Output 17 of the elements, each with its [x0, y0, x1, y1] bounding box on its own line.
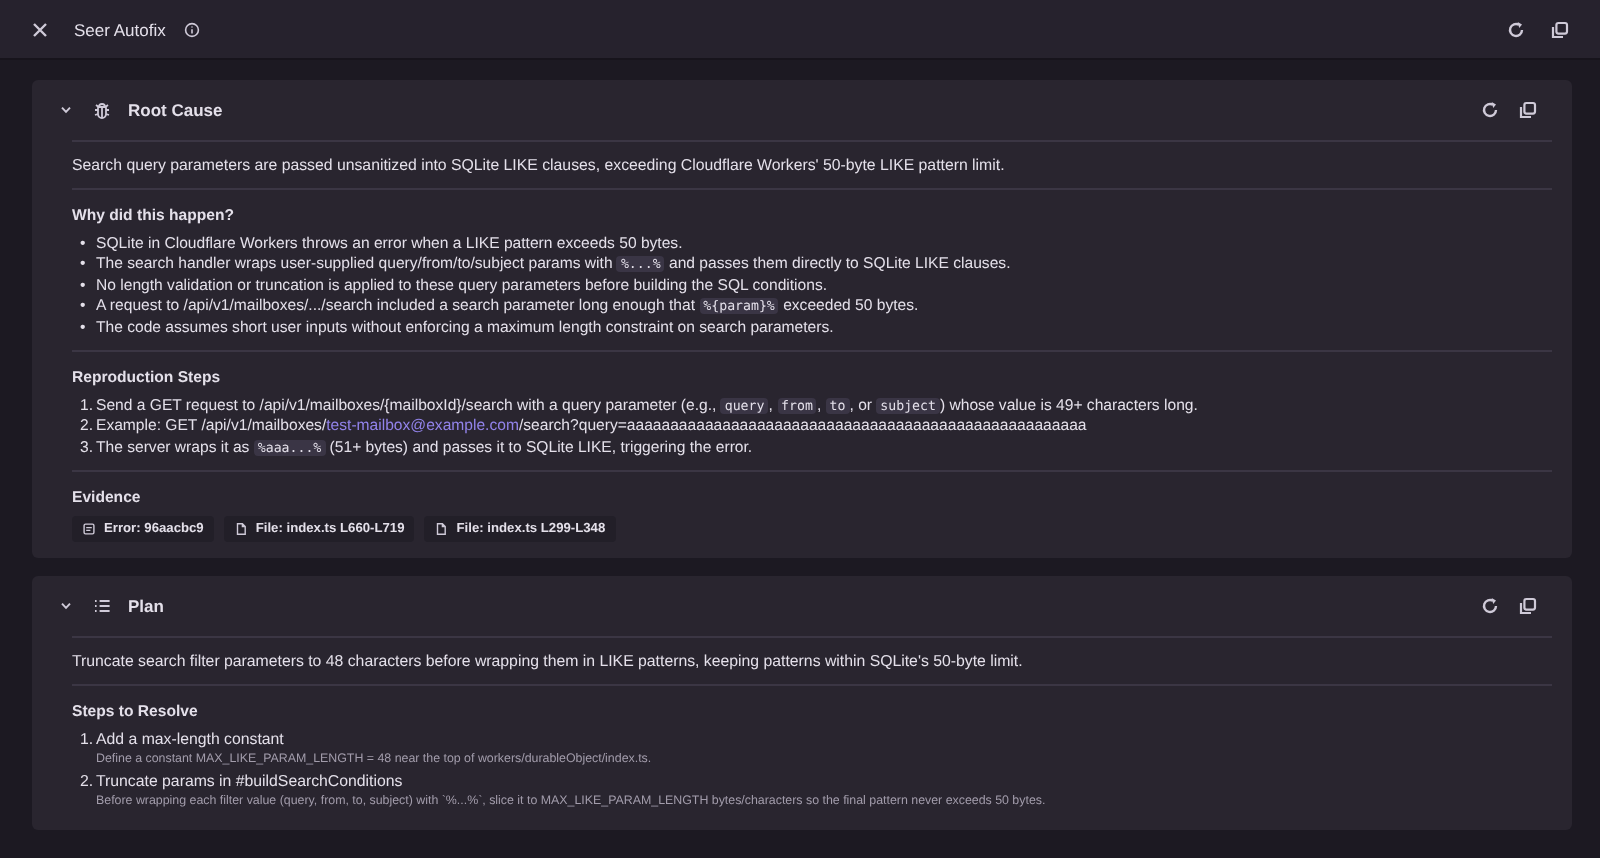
list-icon	[92, 596, 112, 617]
file-icon	[434, 522, 449, 537]
refresh-icon[interactable]	[1480, 100, 1500, 120]
file-icon	[233, 522, 248, 537]
copy-icon[interactable]	[1518, 100, 1538, 120]
section-title: Root Cause	[128, 100, 223, 120]
chevron-icon[interactable]	[58, 598, 74, 615]
copy-icon[interactable]	[1550, 19, 1570, 39]
info-icon[interactable]	[183, 21, 200, 37]
refresh-icon[interactable]	[1506, 19, 1526, 39]
chevron-icon[interactable]	[58, 102, 74, 118]
bug-icon	[92, 100, 112, 120]
section-title: Plan	[128, 596, 164, 617]
copy-icon[interactable]	[1518, 596, 1538, 617]
panel-title: Seer Autofix	[74, 19, 166, 39]
refresh-icon[interactable]	[1480, 596, 1500, 617]
close-icon[interactable]	[30, 19, 50, 39]
